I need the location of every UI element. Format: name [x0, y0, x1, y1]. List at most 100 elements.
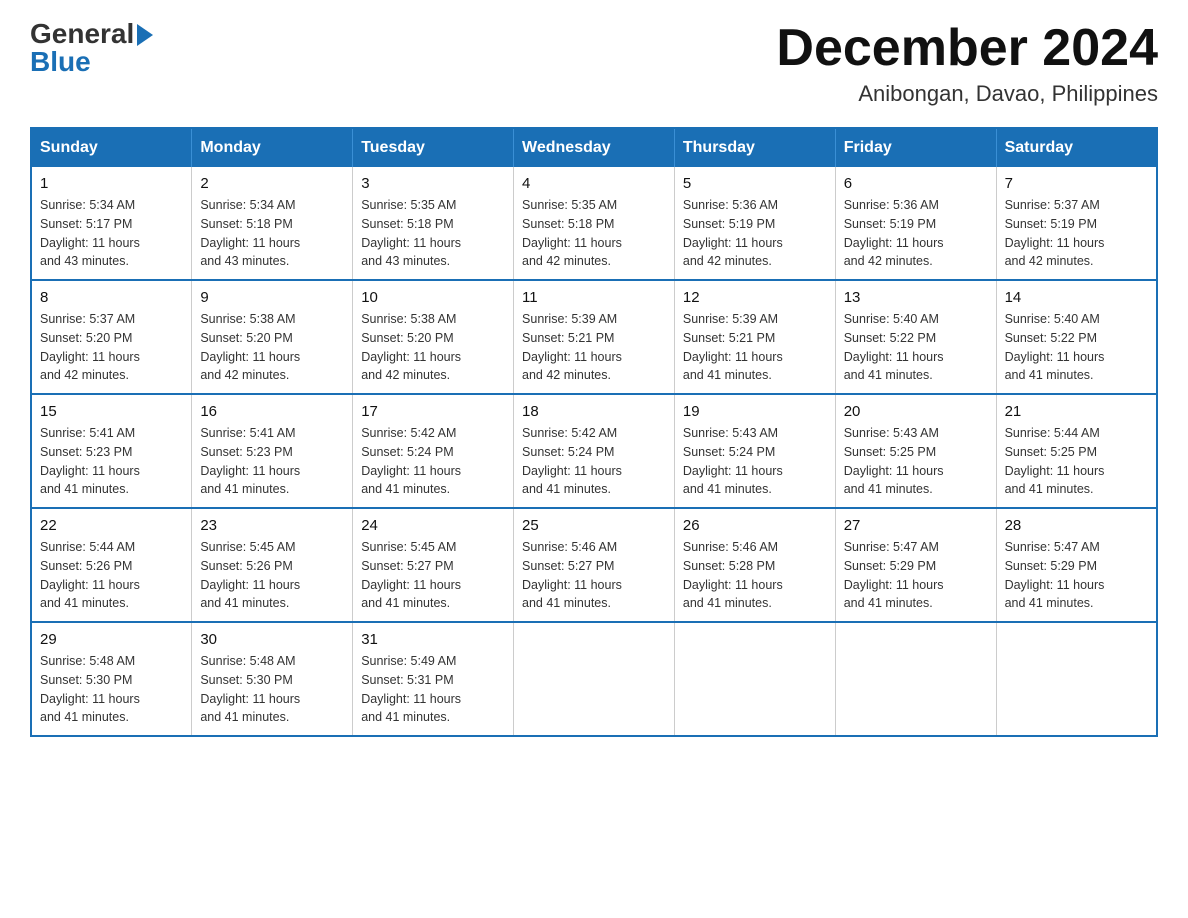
calendar-cell	[514, 622, 675, 736]
day-info: Sunrise: 5:35 AM Sunset: 5:18 PM Dayligh…	[522, 196, 666, 271]
calendar-cell: 31 Sunrise: 5:49 AM Sunset: 5:31 PM Dayl…	[353, 622, 514, 736]
calendar-cell: 12 Sunrise: 5:39 AM Sunset: 5:21 PM Dayl…	[674, 280, 835, 394]
day-number: 7	[1005, 175, 1148, 192]
day-number: 27	[844, 517, 988, 534]
calendar-cell: 29 Sunrise: 5:48 AM Sunset: 5:30 PM Dayl…	[31, 622, 192, 736]
calendar-cell: 1 Sunrise: 5:34 AM Sunset: 5:17 PM Dayli…	[31, 167, 192, 280]
calendar-cell: 21 Sunrise: 5:44 AM Sunset: 5:25 PM Dayl…	[996, 394, 1157, 508]
day-info: Sunrise: 5:38 AM Sunset: 5:20 PM Dayligh…	[200, 310, 344, 385]
day-number: 12	[683, 289, 827, 306]
day-number: 18	[522, 403, 666, 420]
day-info: Sunrise: 5:45 AM Sunset: 5:26 PM Dayligh…	[200, 538, 344, 613]
calendar-cell: 19 Sunrise: 5:43 AM Sunset: 5:24 PM Dayl…	[674, 394, 835, 508]
day-number: 6	[844, 175, 988, 192]
calendar-cell: 10 Sunrise: 5:38 AM Sunset: 5:20 PM Dayl…	[353, 280, 514, 394]
day-number: 3	[361, 175, 505, 192]
day-number: 11	[522, 289, 666, 306]
day-number: 29	[40, 631, 183, 648]
logo-blue: Blue	[30, 46, 91, 78]
calendar-cell: 17 Sunrise: 5:42 AM Sunset: 5:24 PM Dayl…	[353, 394, 514, 508]
day-info: Sunrise: 5:43 AM Sunset: 5:24 PM Dayligh…	[683, 424, 827, 499]
calendar-cell: 3 Sunrise: 5:35 AM Sunset: 5:18 PM Dayli…	[353, 167, 514, 280]
day-number: 22	[40, 517, 183, 534]
day-info: Sunrise: 5:46 AM Sunset: 5:27 PM Dayligh…	[522, 538, 666, 613]
day-info: Sunrise: 5:39 AM Sunset: 5:21 PM Dayligh…	[522, 310, 666, 385]
calendar-cell: 11 Sunrise: 5:39 AM Sunset: 5:21 PM Dayl…	[514, 280, 675, 394]
calendar-cell: 2 Sunrise: 5:34 AM Sunset: 5:18 PM Dayli…	[192, 167, 353, 280]
calendar-cell: 4 Sunrise: 5:35 AM Sunset: 5:18 PM Dayli…	[514, 167, 675, 280]
calendar-cell: 15 Sunrise: 5:41 AM Sunset: 5:23 PM Dayl…	[31, 394, 192, 508]
calendar-header: SundayMondayTuesdayWednesdayThursdayFrid…	[31, 128, 1157, 167]
calendar-cell: 6 Sunrise: 5:36 AM Sunset: 5:19 PM Dayli…	[835, 167, 996, 280]
calendar-cell	[835, 622, 996, 736]
day-number: 1	[40, 175, 183, 192]
day-info: Sunrise: 5:34 AM Sunset: 5:18 PM Dayligh…	[200, 196, 344, 271]
day-info: Sunrise: 5:47 AM Sunset: 5:29 PM Dayligh…	[1005, 538, 1148, 613]
day-info: Sunrise: 5:45 AM Sunset: 5:27 PM Dayligh…	[361, 538, 505, 613]
day-info: Sunrise: 5:48 AM Sunset: 5:30 PM Dayligh…	[40, 652, 183, 727]
day-number: 21	[1005, 403, 1148, 420]
calendar-cell: 13 Sunrise: 5:40 AM Sunset: 5:22 PM Dayl…	[835, 280, 996, 394]
day-info: Sunrise: 5:41 AM Sunset: 5:23 PM Dayligh…	[200, 424, 344, 499]
day-info: Sunrise: 5:36 AM Sunset: 5:19 PM Dayligh…	[844, 196, 988, 271]
calendar-cell: 7 Sunrise: 5:37 AM Sunset: 5:19 PM Dayli…	[996, 167, 1157, 280]
page-header: General Blue December 2024 Anibongan, Da…	[30, 20, 1158, 107]
day-info: Sunrise: 5:36 AM Sunset: 5:19 PM Dayligh…	[683, 196, 827, 271]
day-number: 5	[683, 175, 827, 192]
day-info: Sunrise: 5:49 AM Sunset: 5:31 PM Dayligh…	[361, 652, 505, 727]
calendar-body: 1 Sunrise: 5:34 AM Sunset: 5:17 PM Dayli…	[31, 167, 1157, 736]
calendar-cell: 9 Sunrise: 5:38 AM Sunset: 5:20 PM Dayli…	[192, 280, 353, 394]
day-number: 10	[361, 289, 505, 306]
day-info: Sunrise: 5:40 AM Sunset: 5:22 PM Dayligh…	[1005, 310, 1148, 385]
day-number: 23	[200, 517, 344, 534]
calendar-week-2: 8 Sunrise: 5:37 AM Sunset: 5:20 PM Dayli…	[31, 280, 1157, 394]
calendar-cell: 8 Sunrise: 5:37 AM Sunset: 5:20 PM Dayli…	[31, 280, 192, 394]
weekday-header-thursday: Thursday	[674, 128, 835, 167]
calendar-cell: 24 Sunrise: 5:45 AM Sunset: 5:27 PM Dayl…	[353, 508, 514, 622]
day-number: 30	[200, 631, 344, 648]
day-number: 28	[1005, 517, 1148, 534]
day-info: Sunrise: 5:42 AM Sunset: 5:24 PM Dayligh…	[522, 424, 666, 499]
calendar-cell: 30 Sunrise: 5:48 AM Sunset: 5:30 PM Dayl…	[192, 622, 353, 736]
day-info: Sunrise: 5:44 AM Sunset: 5:25 PM Dayligh…	[1005, 424, 1148, 499]
day-number: 19	[683, 403, 827, 420]
day-number: 13	[844, 289, 988, 306]
calendar-cell: 25 Sunrise: 5:46 AM Sunset: 5:27 PM Dayl…	[514, 508, 675, 622]
logo: General Blue	[30, 20, 153, 78]
day-number: 16	[200, 403, 344, 420]
weekday-header-tuesday: Tuesday	[353, 128, 514, 167]
day-info: Sunrise: 5:43 AM Sunset: 5:25 PM Dayligh…	[844, 424, 988, 499]
day-number: 4	[522, 175, 666, 192]
day-number: 25	[522, 517, 666, 534]
calendar-cell: 20 Sunrise: 5:43 AM Sunset: 5:25 PM Dayl…	[835, 394, 996, 508]
calendar-subtitle: Anibongan, Davao, Philippines	[776, 81, 1158, 107]
logo-general: General	[30, 20, 134, 48]
calendar-cell	[674, 622, 835, 736]
weekday-header-saturday: Saturday	[996, 128, 1157, 167]
calendar-cell: 18 Sunrise: 5:42 AM Sunset: 5:24 PM Dayl…	[514, 394, 675, 508]
calendar-cell: 23 Sunrise: 5:45 AM Sunset: 5:26 PM Dayl…	[192, 508, 353, 622]
calendar-cell: 26 Sunrise: 5:46 AM Sunset: 5:28 PM Dayl…	[674, 508, 835, 622]
day-info: Sunrise: 5:39 AM Sunset: 5:21 PM Dayligh…	[683, 310, 827, 385]
weekday-header-monday: Monday	[192, 128, 353, 167]
day-info: Sunrise: 5:34 AM Sunset: 5:17 PM Dayligh…	[40, 196, 183, 271]
day-info: Sunrise: 5:37 AM Sunset: 5:20 PM Dayligh…	[40, 310, 183, 385]
calendar-cell: 5 Sunrise: 5:36 AM Sunset: 5:19 PM Dayli…	[674, 167, 835, 280]
calendar-week-4: 22 Sunrise: 5:44 AM Sunset: 5:26 PM Dayl…	[31, 508, 1157, 622]
calendar-week-3: 15 Sunrise: 5:41 AM Sunset: 5:23 PM Dayl…	[31, 394, 1157, 508]
weekday-header-wednesday: Wednesday	[514, 128, 675, 167]
weekday-header-friday: Friday	[835, 128, 996, 167]
day-number: 24	[361, 517, 505, 534]
calendar-week-5: 29 Sunrise: 5:48 AM Sunset: 5:30 PM Dayl…	[31, 622, 1157, 736]
weekday-header-sunday: Sunday	[31, 128, 192, 167]
day-info: Sunrise: 5:48 AM Sunset: 5:30 PM Dayligh…	[200, 652, 344, 727]
day-number: 8	[40, 289, 183, 306]
day-info: Sunrise: 5:40 AM Sunset: 5:22 PM Dayligh…	[844, 310, 988, 385]
day-number: 20	[844, 403, 988, 420]
calendar-cell: 14 Sunrise: 5:40 AM Sunset: 5:22 PM Dayl…	[996, 280, 1157, 394]
day-info: Sunrise: 5:47 AM Sunset: 5:29 PM Dayligh…	[844, 538, 988, 613]
day-info: Sunrise: 5:37 AM Sunset: 5:19 PM Dayligh…	[1005, 196, 1148, 271]
day-number: 31	[361, 631, 505, 648]
calendar-cell	[996, 622, 1157, 736]
day-number: 15	[40, 403, 183, 420]
